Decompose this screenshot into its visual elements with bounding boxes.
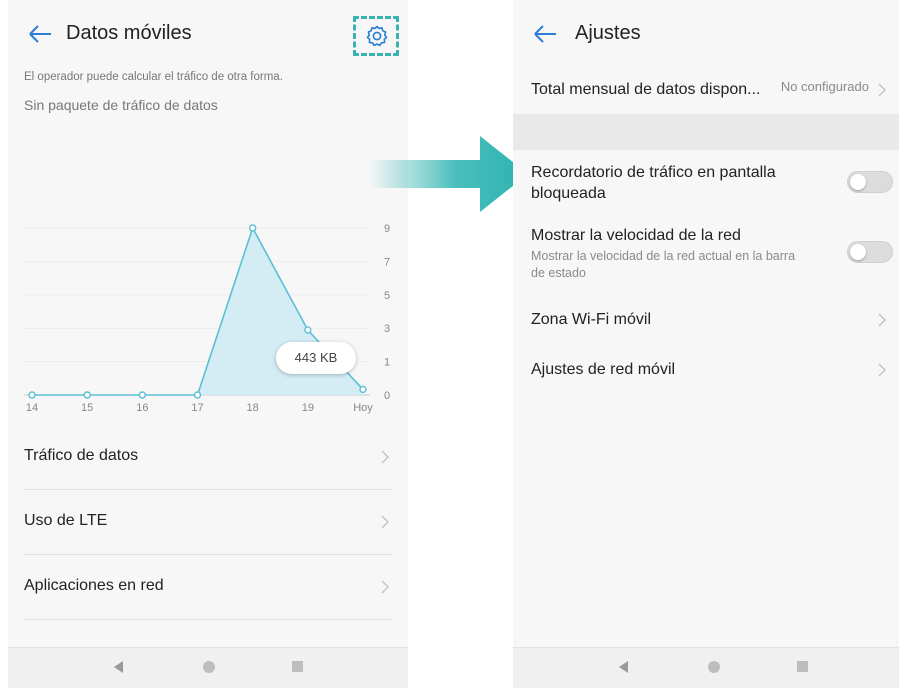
y-tick-label: 5 [384,290,390,302]
menu-lte-usage[interactable]: Uso de LTE [24,490,392,555]
lockscreen-reminder-row[interactable]: Recordatorio de tráfico en pantalla bloq… [531,162,829,204]
data-usage-screen: Datos móviles El operador puede calcular… [8,0,408,688]
x-tick-label: 16 [136,402,148,414]
y-tick-label: 9 [384,223,390,235]
y-tick-label: 7 [384,256,390,268]
menu-networked-apps[interactable]: Aplicaciones en red [24,555,392,620]
network-speed-label: Mostrar la velocidad de la red [531,227,741,244]
lockscreen-reminder-toggle[interactable] [847,171,893,193]
back-arrow-icon[interactable] [26,20,54,48]
settings-highlight[interactable] [353,16,399,56]
x-tick-label: 18 [247,402,259,414]
data-point [193,391,202,399]
data-point [138,391,147,399]
operator-note: El operador puede calcular el tráfico de… [24,71,283,83]
menu-label: Tráfico de datos [24,447,139,464]
lockscreen-reminder-label: Recordatorio de tráfico en pantalla bloq… [531,164,776,202]
data-point [359,385,367,394]
y-tick-label: 0 [384,390,390,402]
system-nav-bar [8,647,408,688]
x-tick-label: 15 [81,402,93,414]
system-nav-bar [513,647,899,688]
chevron-right-icon [381,450,389,464]
y-tick-label: 3 [384,323,390,335]
usage-chart: 14 15 16 17 18 19 Hoy 9 7 5 3 1 0 [24,223,390,414]
chevron-right-icon [381,515,389,529]
monthly-data-row[interactable]: Total mensual de datos dispon... No conf… [531,79,887,101]
app-bar: Datos móviles [8,14,408,56]
page-title: Datos móviles [66,22,192,44]
mobile-network-row[interactable]: Ajustes de red móvil [531,359,887,381]
x-tick-label: 17 [191,402,203,414]
chevron-right-icon [878,83,886,97]
section-divider [513,114,899,150]
chevron-right-icon [878,363,886,377]
hotspot-label: Zona Wi-Fi móvil [531,311,652,328]
network-speed-toggle[interactable] [847,241,893,263]
nav-recent-icon[interactable] [292,661,303,672]
nav-home-icon[interactable] [203,661,215,673]
x-tick-label: Hoy [353,402,373,414]
chevron-right-icon [878,313,886,327]
data-point [83,391,91,399]
page-title: Ajustes [575,22,641,44]
x-tick-label: 14 [26,402,38,414]
toggle-knob [850,244,866,260]
gear-icon[interactable] [365,24,389,48]
data-point [248,224,257,232]
network-speed-row[interactable]: Mostrar la velocidad de la red Mostrar l… [531,225,809,282]
nav-home-icon[interactable] [708,661,720,673]
nav-recent-icon[interactable] [797,661,808,672]
nav-back-icon[interactable] [619,661,628,673]
menu-label: Uso de LTE [24,512,108,529]
app-bar: Ajustes [513,14,899,54]
chevron-right-icon [381,580,389,594]
data-point [304,326,312,334]
nav-back-icon[interactable] [114,661,123,673]
network-speed-desc: Mostrar la velocidad de la red actual en… [531,249,796,280]
menu-data-traffic[interactable]: Tráfico de datos [24,425,392,490]
hotspot-row[interactable]: Zona Wi-Fi móvil [531,309,887,331]
mobile-network-label: Ajustes de red móvil [531,361,676,378]
y-tick-label: 1 [384,357,390,369]
settings-screen: Ajustes Total mensual de datos dispon...… [513,0,899,688]
monthly-data-value: No configurado [780,79,869,94]
data-point [28,391,36,399]
usage-tooltip: 443 KB [276,342,356,374]
back-arrow-icon[interactable] [531,20,559,48]
x-tick-label: 19 [302,402,314,414]
menu-label: Aplicaciones en red [24,577,164,594]
transition-arrow-icon [368,136,528,212]
toggle-knob [850,174,866,190]
package-status: Sin paquete de tráfico de datos [24,97,218,113]
